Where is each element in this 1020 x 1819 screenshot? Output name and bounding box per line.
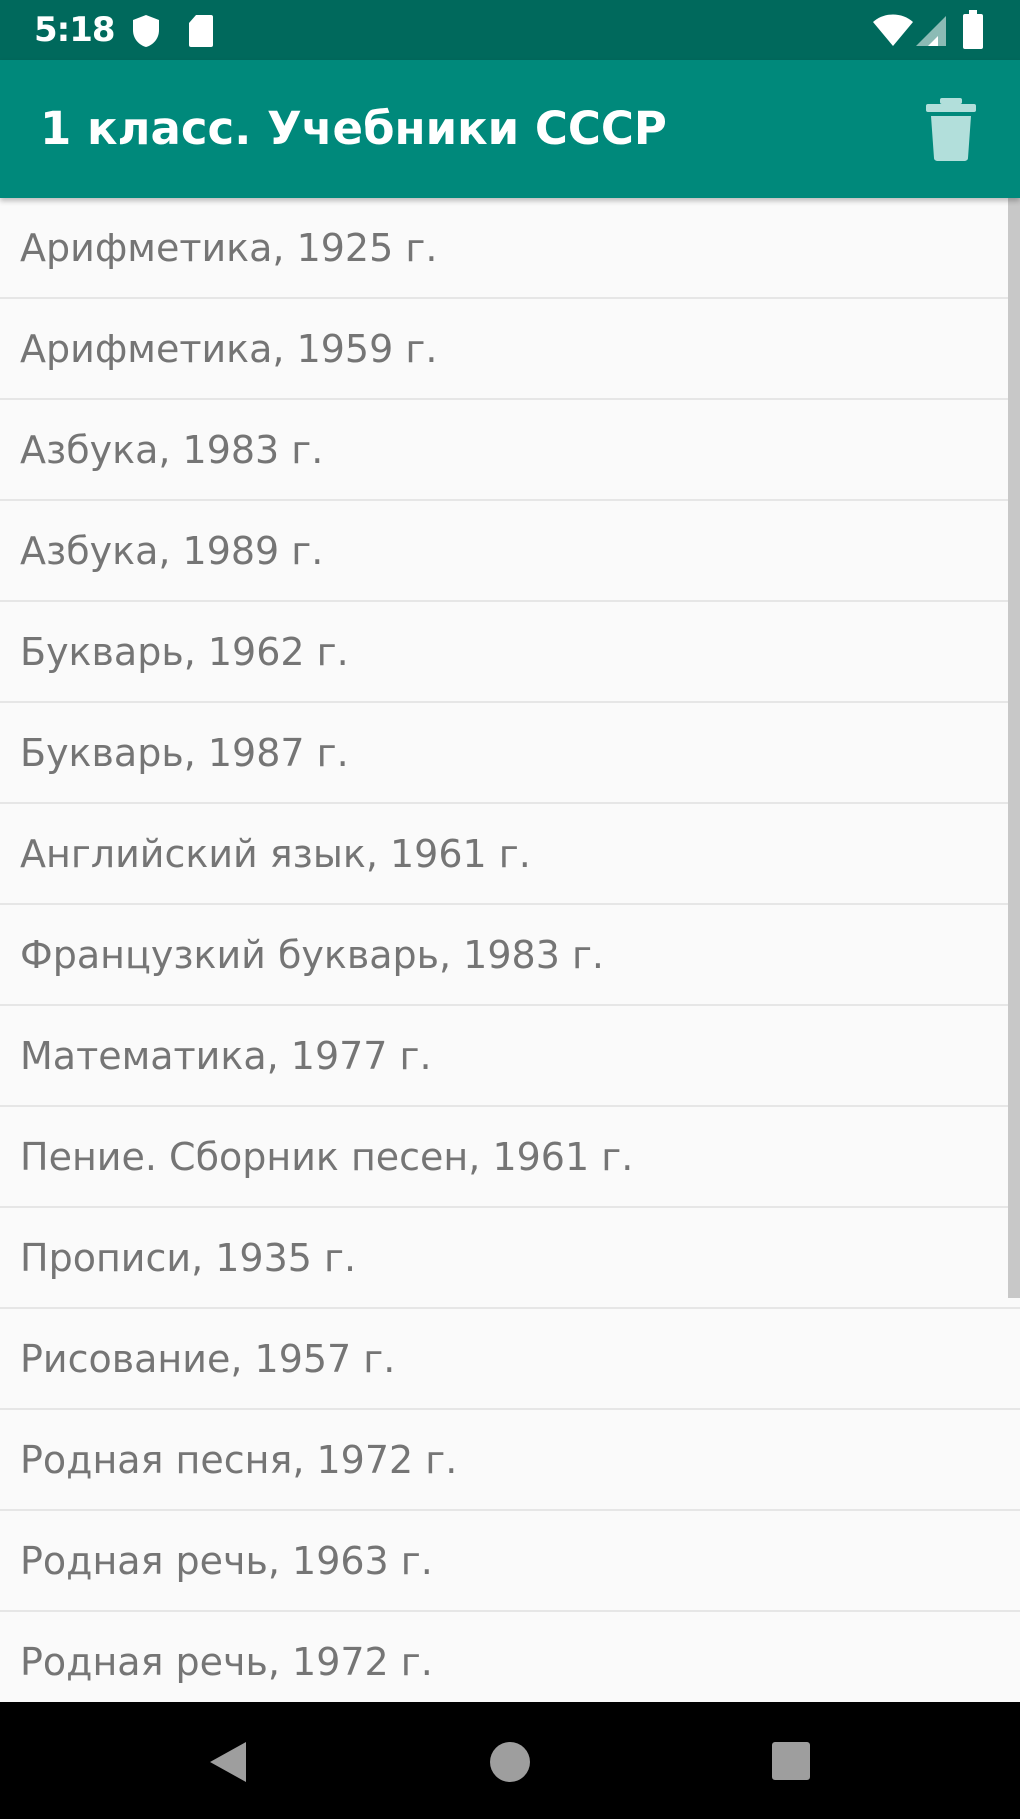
list-item-label: Букварь, 1987 г. (20, 730, 349, 775)
list-item[interactable]: Арифметика, 1959 г. (0, 299, 1020, 400)
list-item[interactable]: Математика, 1977 г. (0, 1006, 1020, 1107)
list-item[interactable]: Букварь, 1962 г. (0, 602, 1020, 703)
screen: 5:18 1 класс. Учебники СССР Арифметика, … (0, 0, 1020, 1819)
scrollbar[interactable] (1008, 198, 1020, 1298)
recents-icon[interactable] (772, 1742, 810, 1780)
signal-icon (916, 16, 946, 46)
wifi-icon (873, 14, 913, 46)
shield-icon (133, 15, 159, 47)
list-item-label: Букварь, 1962 г. (20, 629, 349, 674)
navigation-bar (0, 1702, 1020, 1819)
list-item-label: Азбука, 1989 г. (20, 528, 324, 573)
list-item-label: Азбука, 1983 г. (20, 427, 324, 472)
app-title: 1 класс. Учебники СССР (40, 102, 667, 155)
list-item-label: Прописи, 1935 г. (20, 1235, 357, 1280)
list-item[interactable]: Пение. Сборник песен, 1961 г. (0, 1107, 1020, 1208)
list-item-label: Арифметика, 1959 г. (20, 326, 438, 371)
status-time: 5:18 (34, 10, 116, 50)
list-item-label: Английский язык, 1961 г. (20, 831, 531, 876)
list-item[interactable]: Азбука, 1983 г. (0, 400, 1020, 501)
list-item[interactable]: Арифметика, 1925 г. (0, 198, 1020, 299)
list-item-label: Французкий букварь, 1983 г. (20, 932, 605, 977)
sd-card-icon (189, 15, 213, 47)
list-item-label: Математика, 1977 г. (20, 1033, 432, 1078)
list-item[interactable]: Родная песня, 1972 г. (0, 1410, 1020, 1511)
app-bar: 1 класс. Учебники СССР (0, 60, 1020, 198)
list-item-label: Арифметика, 1925 г. (20, 225, 438, 270)
textbook-list[interactable]: Арифметика, 1925 г. Арифметика, 1959 г. … (0, 198, 1020, 1702)
list-item[interactable]: Рисование, 1957 г. (0, 1309, 1020, 1410)
back-icon[interactable] (208, 1740, 248, 1784)
trash-icon[interactable] (922, 96, 980, 162)
list-item-label: Родная речь, 1972 г. (20, 1639, 433, 1684)
list-item[interactable]: Букварь, 1987 г. (0, 703, 1020, 804)
list-item[interactable]: Прописи, 1935 г. (0, 1208, 1020, 1309)
list-item[interactable]: Азбука, 1989 г. (0, 501, 1020, 602)
list-item[interactable]: Английский язык, 1961 г. (0, 804, 1020, 905)
list-item[interactable]: Родная речь, 1972 г. (0, 1612, 1020, 1702)
battery-icon (963, 10, 983, 49)
list-item-label: Родная речь, 1963 г. (20, 1538, 433, 1583)
list-item[interactable]: Родная речь, 1963 г. (0, 1511, 1020, 1612)
list-item-label: Родная песня, 1972 г. (20, 1437, 458, 1482)
status-bar: 5:18 (0, 0, 1020, 60)
list-item-label: Рисование, 1957 г. (20, 1336, 396, 1381)
list-item[interactable]: Французкий букварь, 1983 г. (0, 905, 1020, 1006)
list-item-label: Пение. Сборник песен, 1961 г. (20, 1134, 634, 1179)
home-icon[interactable] (490, 1742, 530, 1782)
